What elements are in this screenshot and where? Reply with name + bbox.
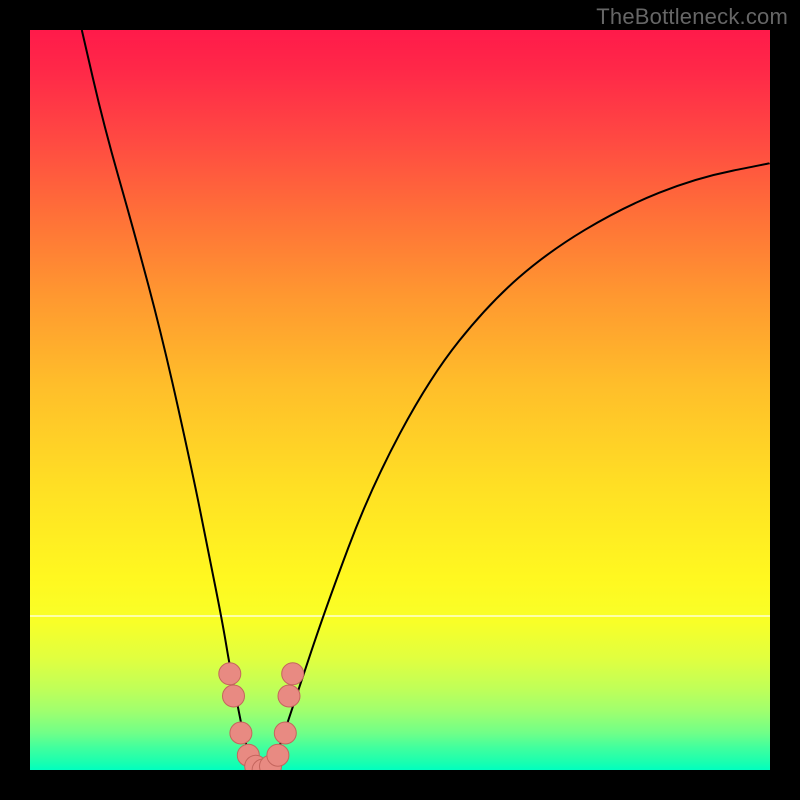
watermark-text: TheBottleneck.com — [596, 4, 788, 30]
bottleneck-curve-path — [82, 30, 770, 770]
curve-marker — [219, 663, 241, 685]
curve-marker — [230, 722, 252, 744]
curve-marker — [223, 685, 245, 707]
bottleneck-curve-svg — [30, 30, 770, 770]
chart-frame — [30, 30, 770, 770]
curve-marker — [274, 722, 296, 744]
curve-marker — [278, 685, 300, 707]
curve-marker — [267, 744, 289, 766]
curve-markers — [219, 663, 304, 770]
curve-marker — [282, 663, 304, 685]
